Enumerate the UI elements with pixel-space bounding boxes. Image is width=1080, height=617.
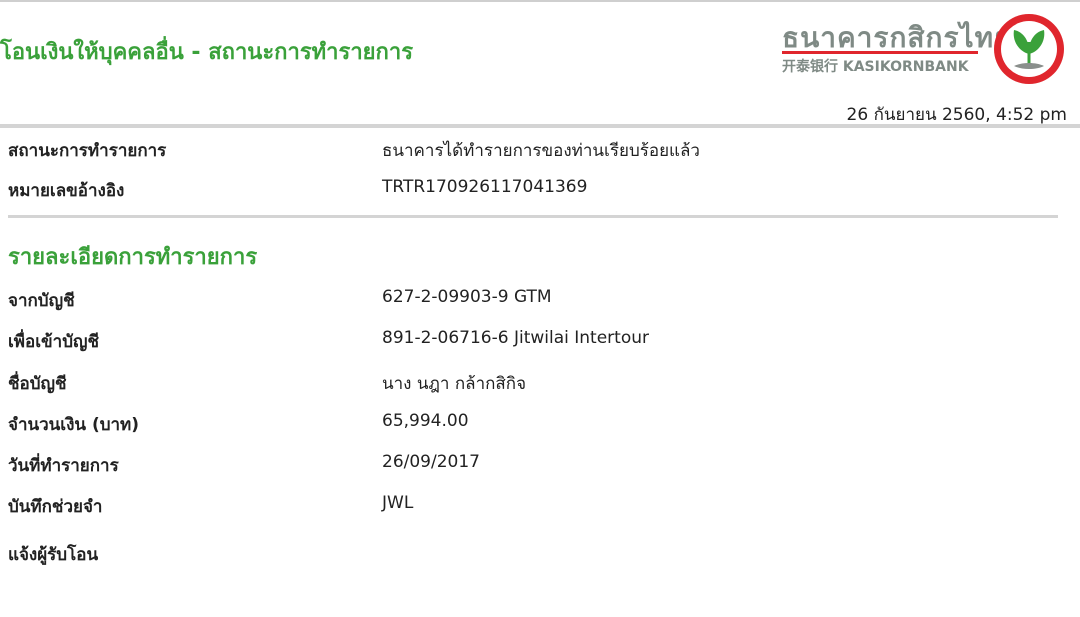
status-value: ธนาคารได้ทำรายการของท่านเรียบร้อยแล้ว xyxy=(382,141,700,161)
status-label: สถานะการทำรายการ xyxy=(8,141,167,161)
memo-label: บันทึกช่วยจำ xyxy=(8,497,103,517)
reference-label: หมายเลขอ้างอิง xyxy=(8,181,125,201)
account-name-label: ชื่อบัญชี xyxy=(8,374,67,394)
amount-row: จำนวนเงิน (บาท) 65,994.00 xyxy=(8,411,1068,437)
bank-logo: ธนาคารกสิกรไทย 开泰银行 KASIKORNBANK xyxy=(780,12,1068,88)
transaction-date-value: 26/09/2017 xyxy=(382,452,480,472)
account-name-row: ชื่อบัญชี นาง นฎา กล้ากสิกิจ xyxy=(8,370,1068,396)
page-title: โอนเงินให้บุคคลอื่น - สถานะการทำรายการ xyxy=(0,40,414,65)
header-divider xyxy=(0,124,1080,128)
logo-english-name: 开泰银行 KASIKORNBANK xyxy=(782,59,969,75)
amount-label: จำนวนเงิน (บาท) xyxy=(8,415,140,435)
transaction-date-row: วันที่ทำรายการ 26/09/2017 xyxy=(8,452,1068,478)
memo-value: JWL xyxy=(382,493,414,513)
transfer-status-page: โอนเงินให้บุคคลอื่น - สถานะการทำรายการ ธ… xyxy=(0,0,1080,617)
details-section-title: รายละเอียดการทำรายการ xyxy=(8,245,258,270)
logo-underline xyxy=(782,51,978,54)
memo-row: บันทึกช่วยจำ JWL xyxy=(8,493,1068,519)
from-account-label: จากบัญชี xyxy=(8,291,75,311)
from-account-row: จากบัญชี 627-2-09903-9 GTM xyxy=(8,287,1068,313)
reference-row: หมายเลขอ้างอิง TRTR170926117041369 xyxy=(8,177,1068,203)
notify-recipient-row: แจ้งผู้รับโอน xyxy=(8,541,1068,567)
reference-value: TRTR170926117041369 xyxy=(382,177,588,197)
amount-value: 65,994.00 xyxy=(382,411,469,431)
to-account-value: 891-2-06716-6 Jitwilai Intertour xyxy=(382,328,649,348)
top-border xyxy=(0,0,1080,2)
account-name-value: นาง นฎา กล้ากสิกิจ xyxy=(382,374,527,394)
transaction-date-label: วันที่ทำรายการ xyxy=(8,456,119,476)
kasikorn-leaf-icon xyxy=(994,14,1064,84)
to-account-row: เพื่อเข้าบัญชี 891-2-06716-6 Jitwilai In… xyxy=(8,328,1068,354)
notify-recipient-label: แจ้งผู้รับโอน xyxy=(8,545,99,565)
section-divider xyxy=(8,215,1058,218)
to-account-label: เพื่อเข้าบัญชี xyxy=(8,332,100,352)
status-row: สถานะการทำรายการ ธนาคารได้ทำรายการของท่า… xyxy=(8,137,1068,163)
from-account-value: 627-2-09903-9 GTM xyxy=(382,287,552,307)
